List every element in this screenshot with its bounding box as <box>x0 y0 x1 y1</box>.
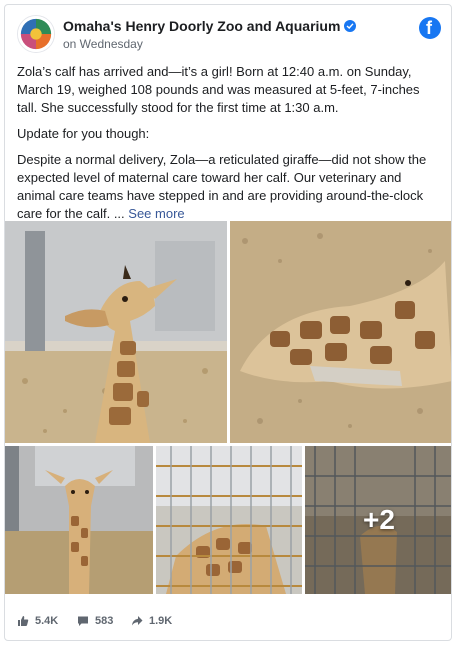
facebook-icon[interactable]: f <box>419 17 441 39</box>
share-button[interactable]: 1.9K <box>131 615 172 627</box>
post-paragraph-2: Update for you though: <box>17 126 150 141</box>
photo-calf-standing[interactable] <box>5 446 153 594</box>
post-paragraph-3: Despite a normal delivery, Zola—a reticu… <box>17 151 441 223</box>
see-more-link[interactable]: See more <box>128 206 184 221</box>
post-header: Omaha's Henry Doorly Zoo and Aquarium on… <box>17 15 441 55</box>
more-photos-count: +2 <box>363 504 395 535</box>
thumbs-up-icon <box>18 616 29 626</box>
photo-more[interactable]: +2 <box>305 446 451 594</box>
like-button[interactable]: 5.4K <box>17 615 58 627</box>
photo-calf-gate[interactable] <box>156 446 302 594</box>
post-paragraph-1: Zola’s calf has arrived and—it’s a girl!… <box>17 64 420 115</box>
like-count: 5.4K <box>35 615 59 627</box>
photo-calf-lying[interactable] <box>230 221 451 443</box>
page-name-link[interactable]: Omaha's Henry Doorly Zoo and Aquarium <box>63 18 357 34</box>
page-name[interactable]: Omaha's Henry Doorly Zoo and Aquarium <box>63 18 340 34</box>
photo-calf-portrait[interactable] <box>5 221 227 443</box>
comment-button[interactable]: 583 <box>77 615 113 627</box>
share-arrow-icon <box>132 616 143 626</box>
comment-count: 583 <box>95 615 114 627</box>
post-card: Omaha's Henry Doorly Zoo and Aquarium on… <box>4 4 452 641</box>
verified-check-icon <box>344 20 357 32</box>
zoo-logo-icon[interactable] <box>17 15 55 53</box>
post-paragraph-3-text: Despite a normal delivery, Zola—a reticu… <box>17 152 427 221</box>
post-stats: 5.4K 583 1.9K <box>17 615 441 633</box>
post-body: Zola’s calf has arrived and—it’s a girl!… <box>17 63 441 231</box>
comment-icon <box>78 616 88 626</box>
post-timestamp[interactable]: on Wednesday <box>63 37 143 51</box>
share-count: 1.9K <box>149 615 173 627</box>
